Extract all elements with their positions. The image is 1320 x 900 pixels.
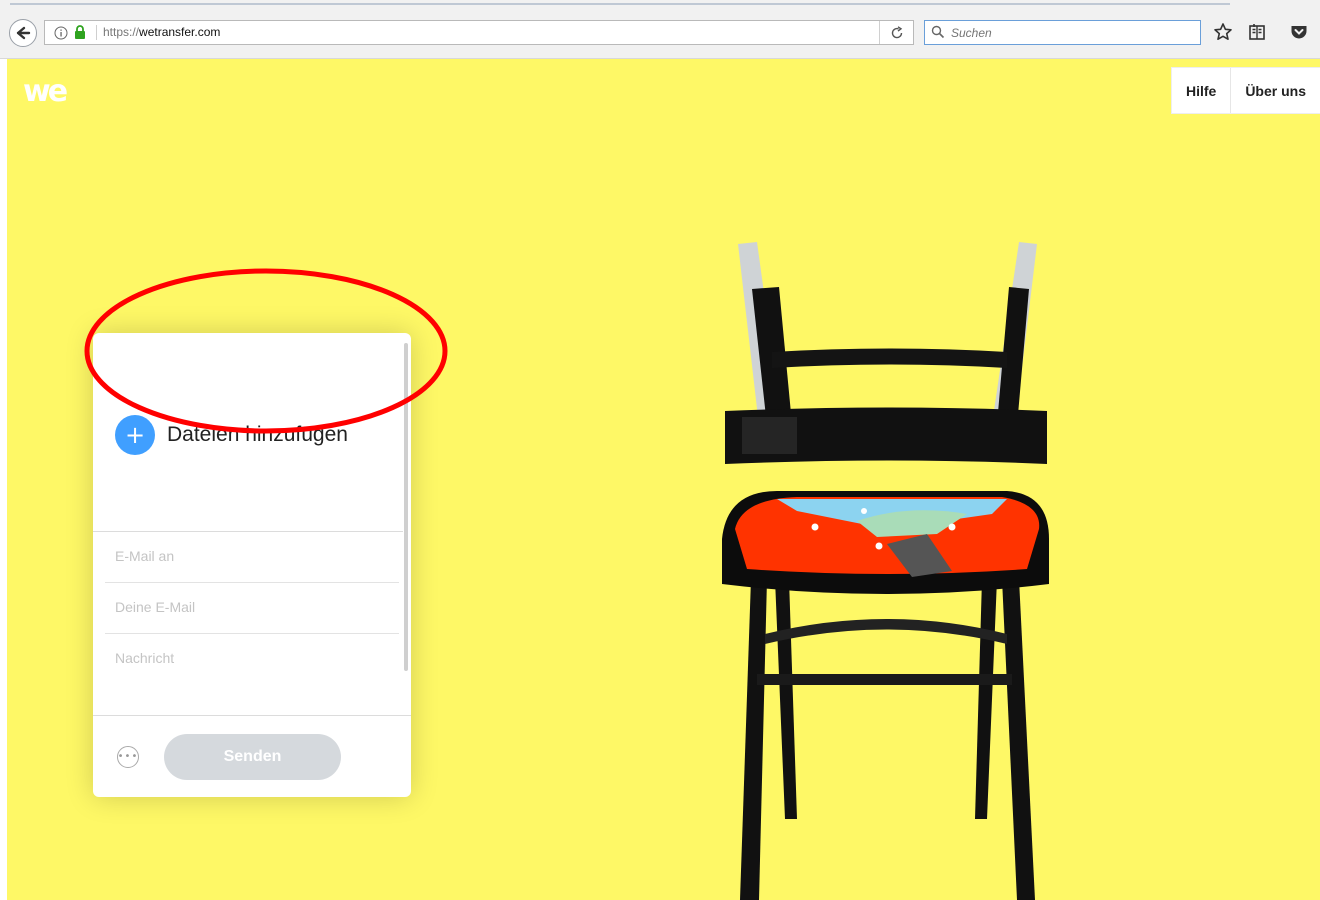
search-icon bbox=[931, 25, 945, 39]
plus-icon: + bbox=[115, 415, 155, 455]
search-bar[interactable] bbox=[924, 20, 1201, 45]
your-email-input[interactable] bbox=[115, 599, 385, 615]
browser-toolbar: https://wetransfer.com bbox=[0, 0, 1320, 59]
add-files-label: Dateien hinzufügen bbox=[167, 423, 348, 446]
panel-scrollbar[interactable] bbox=[404, 343, 408, 671]
reading-list-button[interactable] bbox=[1245, 21, 1269, 43]
pocket-button[interactable] bbox=[1287, 21, 1311, 43]
pocket-icon bbox=[1291, 26, 1307, 39]
bookmark-star-icon bbox=[1214, 23, 1232, 40]
lock-icon[interactable] bbox=[74, 25, 86, 40]
info-icon[interactable] bbox=[54, 26, 68, 40]
add-files-button[interactable]: + Dateien hinzufügen bbox=[115, 415, 348, 455]
message-input[interactable] bbox=[115, 650, 385, 682]
toolbar-divider bbox=[10, 3, 1230, 5]
url-text[interactable]: https://wetransfer.com bbox=[103, 25, 220, 39]
address-bar[interactable]: https://wetransfer.com bbox=[44, 20, 914, 45]
url-protocol: https:// bbox=[103, 25, 140, 39]
email-to-input[interactable] bbox=[115, 548, 385, 564]
more-options-icon[interactable]: ••• bbox=[117, 746, 139, 768]
back-arrow-icon bbox=[16, 26, 31, 40]
panel-footer-divider bbox=[93, 715, 411, 716]
reload-icon bbox=[891, 25, 902, 38]
send-button[interactable]: Senden bbox=[164, 734, 341, 780]
reading-list-icon bbox=[1249, 24, 1265, 40]
url-host: wetransfer.com bbox=[139, 25, 221, 39]
message-row bbox=[105, 634, 399, 704]
wetransfer-page: we Hilfe Über uns + Dateien hinzufügen E… bbox=[7, 59, 1320, 900]
url-separator bbox=[96, 25, 97, 40]
your-email-row bbox=[105, 583, 399, 634]
email-to-row bbox=[105, 532, 399, 583]
search-input[interactable] bbox=[951, 24, 1191, 41]
back-button[interactable] bbox=[9, 19, 37, 47]
transfer-panel: + Dateien hinzufügen ••• Senden bbox=[93, 333, 411, 797]
reload-button[interactable] bbox=[879, 21, 913, 44]
bookmark-button[interactable] bbox=[1211, 21, 1235, 43]
